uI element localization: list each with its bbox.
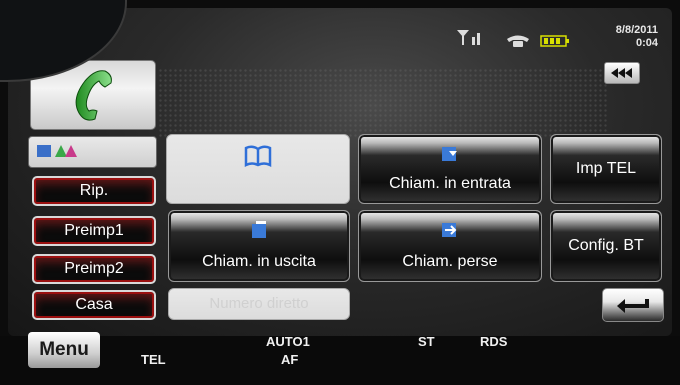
auto1-indicator: AUTO1 xyxy=(266,334,310,349)
incoming-calls-button[interactable]: Chiam. in entrata xyxy=(358,134,542,204)
st-indicator: ST xyxy=(418,334,435,349)
sidebar-item-casa[interactable]: Casa xyxy=(32,290,156,320)
missed-calls-label: Chiam. perse xyxy=(402,253,498,270)
bt-config-button[interactable]: Config. BT xyxy=(550,210,662,282)
contacts-sync-icon xyxy=(37,145,77,157)
contacts-sync-tile[interactable] xyxy=(28,136,157,168)
menu-label: Menu xyxy=(39,339,89,360)
missed-call-icon xyxy=(442,223,457,237)
bottom-status-bar xyxy=(0,336,680,385)
rip-label: Rip. xyxy=(79,182,109,199)
signal-icon xyxy=(455,28,485,49)
handset-icon xyxy=(75,70,112,121)
tel-settings-button[interactable]: Imp TEL xyxy=(550,134,662,204)
outgoing-calls-button[interactable]: Chiam. in uscita xyxy=(168,210,350,282)
direct-number-label: Numero diretto xyxy=(209,295,309,312)
dot-pattern xyxy=(158,68,608,138)
outgoing-call-icon xyxy=(252,221,266,238)
rds-indicator: RDS xyxy=(480,334,508,349)
tel-indicator: TEL xyxy=(141,352,166,367)
battery-icon xyxy=(540,34,570,51)
bt-config-label: Config. BT xyxy=(568,237,644,254)
skip-back-button[interactable] xyxy=(604,62,640,84)
direct-number-button[interactable]: Numero diretto xyxy=(168,288,350,320)
preimp2-label: Preimp2 xyxy=(64,260,124,277)
menu-button[interactable]: Menu xyxy=(28,332,100,368)
phonebook-icon xyxy=(244,145,272,167)
tel-settings-label: Imp TEL xyxy=(575,160,637,177)
preimp1-label: Preimp1 xyxy=(64,222,124,239)
incoming-calls-label: Chiam. in entrata xyxy=(389,175,511,192)
sidebar-item-preimp1[interactable]: Preimp1 xyxy=(32,216,156,246)
phonebook-button[interactable] xyxy=(166,134,350,204)
outgoing-calls-label: Chiam. in uscita xyxy=(202,253,316,270)
sidebar-item-rip[interactable]: Rip. xyxy=(32,176,156,206)
clock: 8/8/2011 0:04 xyxy=(616,24,658,50)
time-text: 0:04 xyxy=(635,37,658,49)
return-icon xyxy=(617,299,649,313)
incoming-call-icon xyxy=(442,147,457,161)
return-button[interactable] xyxy=(602,288,664,322)
sidebar-item-preimp2[interactable]: Preimp2 xyxy=(32,254,156,284)
missed-calls-button[interactable]: Chiam. perse xyxy=(358,210,542,282)
casa-label: Casa xyxy=(75,296,113,313)
phone-status-icon xyxy=(505,34,531,51)
af-indicator: AF xyxy=(281,352,299,367)
date-text: 8/8/2011 xyxy=(615,24,658,36)
skip-back-icon xyxy=(611,68,632,78)
